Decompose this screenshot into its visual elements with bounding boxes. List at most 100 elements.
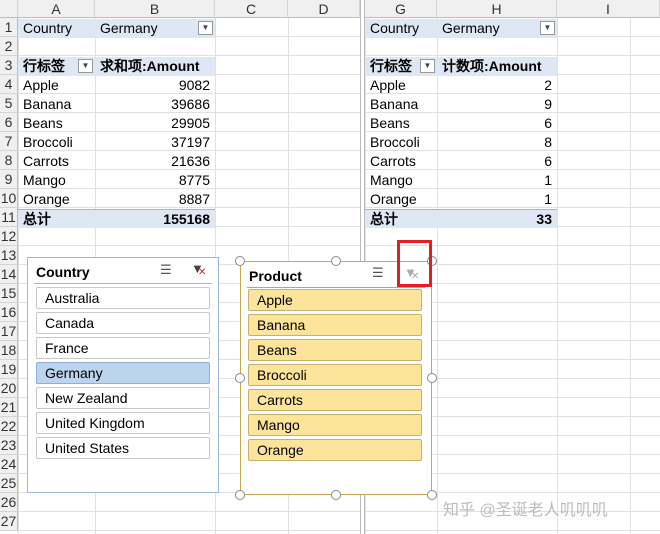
slicer-item[interactable]: France [36, 337, 210, 359]
pivot-row-value: 6 [544, 153, 552, 169]
row-header[interactable]: 16 [0, 303, 18, 322]
row-header[interactable]: 15 [0, 284, 18, 303]
filter-dropdown-icon[interactable]: ▼ [198, 21, 213, 35]
row-header[interactable]: 19 [0, 360, 18, 379]
slicer-item[interactable]: Orange [248, 439, 422, 461]
watermark: 知乎 @圣诞老人叽叽叽 [443, 502, 608, 519]
row-header[interactable]: 4 [0, 75, 18, 94]
multi-select-icon[interactable]: ☰ [160, 262, 172, 278]
slicer-item[interactable]: Canada [36, 312, 210, 334]
column-header-i[interactable]: I [557, 0, 660, 18]
pivot-row-label: Beans [23, 115, 63, 131]
row-label-dropdown-icon[interactable]: ▼ [78, 59, 93, 73]
resize-handle[interactable] [331, 256, 341, 266]
pivot-row-label: Banana [23, 96, 72, 112]
pivot-row-value: 1 [544, 172, 552, 188]
slicer-item[interactable]: Broccoli [248, 364, 422, 386]
column-header-g[interactable]: G [365, 0, 437, 18]
row-header[interactable]: 21 [0, 398, 18, 417]
resize-handle[interactable] [427, 373, 437, 383]
slicer-item[interactable]: Mango [248, 414, 422, 436]
slicer-item[interactable]: United States [36, 437, 210, 459]
slicer-item[interactable]: Banana [248, 314, 422, 336]
pivot1-total-value: 155168 [95, 209, 215, 228]
pivot-row-label: Apple [370, 77, 406, 93]
row-header[interactable]: 1 [0, 18, 18, 37]
row-header[interactable]: 13 [0, 246, 18, 265]
row-header[interactable]: 11 [0, 208, 18, 227]
pivot-row-label: Beans [370, 115, 410, 131]
pivot-row-value: 2 [544, 77, 552, 93]
pivot-row-value: 39686 [171, 96, 210, 112]
row-header[interactable]: 23 [0, 436, 18, 455]
row-header[interactable]: 14 [0, 265, 18, 284]
pivot1-value-header: 求和项:Amount [95, 57, 215, 76]
pivot-row-value: 8 [544, 134, 552, 150]
row-header[interactable]: 20 [0, 379, 18, 398]
row-header[interactable]: 26 [0, 493, 18, 512]
row-header[interactable]: 18 [0, 341, 18, 360]
row-header[interactable]: 12 [0, 227, 18, 246]
pivot-row-label: Apple [23, 77, 59, 93]
pivot2-total-value: 33 [437, 209, 557, 228]
pivot-row-value: 8887 [178, 191, 210, 207]
pivot-row-value: 1 [544, 191, 552, 207]
resize-handle[interactable] [235, 490, 245, 500]
resize-handle[interactable] [427, 490, 437, 500]
slicer-item[interactable]: New Zealand [36, 387, 210, 409]
slicer-item[interactable]: Beans [248, 339, 422, 361]
column-header-a[interactable]: A [18, 0, 95, 18]
row-header[interactable]: 8 [0, 151, 18, 170]
row-header[interactable]: 5 [0, 94, 18, 113]
pivot1-filter-label: Country [18, 19, 95, 38]
product-slicer[interactable]: Product ☰ ▼ ✕ Apple Banana Beans Broccoli Car… [240, 261, 432, 495]
multi-select-icon[interactable]: ☰ [372, 265, 384, 281]
pivot-row-value: 9082 [178, 77, 210, 93]
row-header[interactable]: 9 [0, 170, 18, 189]
pivot-row-label: Orange [23, 191, 70, 207]
row-header[interactable]: 27 [0, 512, 18, 531]
pivot1-total-label: 总计 [18, 209, 95, 228]
clear-filter-icon[interactable]: ▼ ✕ [191, 261, 206, 278]
filter-dropdown-icon[interactable]: ▼ [540, 21, 555, 35]
slicer-item[interactable]: United Kingdom [36, 412, 210, 434]
pivot-row-value: 21636 [171, 153, 210, 169]
resize-handle[interactable] [235, 256, 245, 266]
pivot-row-label: Mango [370, 172, 413, 188]
pivot-row-label: Banana [370, 96, 419, 112]
pivot2-total-label: 总计 [365, 209, 437, 228]
row-header[interactable]: 10 [0, 189, 18, 208]
row-header[interactable]: 2 [0, 37, 18, 56]
resize-handle[interactable] [331, 490, 341, 500]
select-all-corner[interactable] [0, 0, 18, 18]
column-header-b[interactable]: B [95, 0, 215, 18]
pivot-row-value: 6 [544, 115, 552, 131]
row-header[interactable]: 7 [0, 132, 18, 151]
row-header[interactable]: 17 [0, 322, 18, 341]
slicer-item[interactable]: Apple [248, 289, 422, 311]
pivot2-filter-value: Germany [437, 19, 557, 38]
column-header-c[interactable]: C [215, 0, 288, 18]
row-header[interactable]: 3 [0, 56, 18, 75]
pivot-row-label: Carrots [23, 153, 69, 169]
row-header[interactable]: 6 [0, 113, 18, 132]
pivot-row-value: 8775 [178, 172, 210, 188]
pivot-row-label: Broccoli [23, 134, 73, 150]
pivot2-value-header: 计数项:Amount [437, 57, 557, 76]
row-label-dropdown-icon[interactable]: ▼ [420, 59, 435, 73]
slicer-item[interactable]: Germany [36, 362, 210, 384]
slicer-title: Country [36, 264, 90, 280]
country-slicer[interactable]: Country ☰ ▼ ✕ Australia Canada France German… [27, 257, 219, 493]
row-header[interactable]: 25 [0, 474, 18, 493]
slicer-item[interactable]: Carrots [248, 389, 422, 411]
resize-handle[interactable] [235, 373, 245, 383]
pivot-row-value: 37197 [171, 134, 210, 150]
row-header[interactable]: 24 [0, 455, 18, 474]
row-header[interactable]: 22 [0, 417, 18, 436]
column-header-h[interactable]: H [437, 0, 557, 18]
column-header-d[interactable]: D [288, 0, 360, 18]
pivot1-filter-value: Germany [95, 19, 215, 38]
pivot2-filter-label: Country [365, 19, 437, 38]
slicer-item[interactable]: Australia [36, 287, 210, 309]
pivot-row-label: Mango [23, 172, 66, 188]
